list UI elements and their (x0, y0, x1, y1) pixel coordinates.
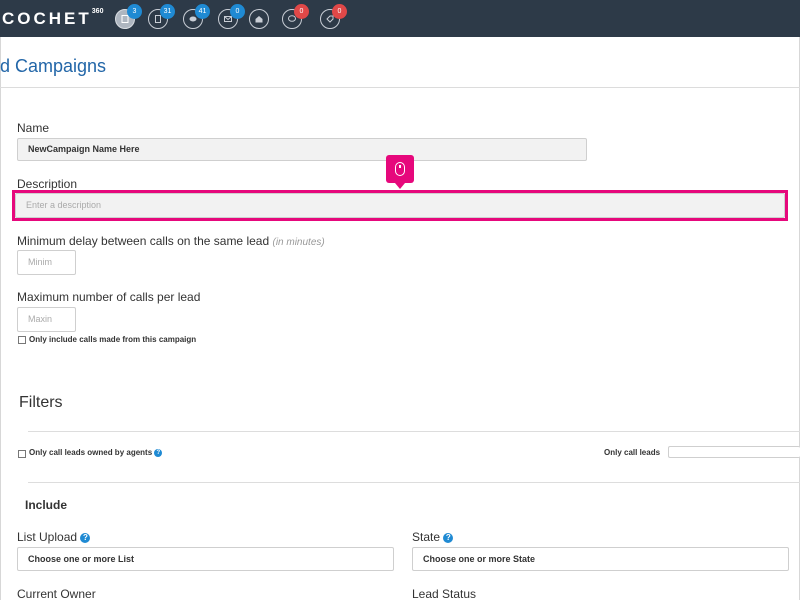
description-highlight (12, 190, 788, 221)
badge-files: 31 (160, 4, 175, 19)
include-divider (28, 482, 800, 483)
list-upload-label: List Upload ? (17, 530, 91, 544)
nav-tags-button[interactable]: 0 (320, 4, 347, 29)
include-title: Include (25, 498, 68, 512)
cursor-marker (386, 155, 414, 189)
max-calls-label: Maximum number of calls per lead (17, 290, 201, 304)
help-icon[interactable]: ? (443, 532, 454, 543)
only-include-label: Only include calls made from this campai… (29, 335, 197, 344)
name-input[interactable]: NewCampaign Name Here (17, 138, 587, 161)
only-call-leads-input[interactable] (668, 446, 800, 458)
list-upload-label-text: List Upload (17, 530, 78, 544)
only-call-leads-label: Only call leads (604, 448, 661, 457)
badge-mail: 0 (230, 4, 245, 19)
mouse-icon (395, 162, 405, 176)
owned-by-agents-label: Only call leads owned by agents ? (29, 448, 163, 457)
min-delay-input[interactable]: Minim (17, 250, 76, 275)
nav-messages-button[interactable]: 0 (282, 4, 309, 29)
nav-inbox-button[interactable] (249, 9, 269, 29)
brand-sup: 360 (91, 8, 104, 16)
title-divider (0, 87, 800, 88)
list-upload-select[interactable]: Choose one or more List (17, 547, 394, 571)
help-icon[interactable]: ? (154, 448, 163, 457)
content-panel (0, 37, 800, 600)
inbox-icon (255, 16, 263, 23)
nav-chat-button[interactable]: 41 (183, 4, 210, 29)
brand-name: COCHET (2, 9, 92, 28)
current-owner-label: Current Owner (17, 587, 96, 600)
owned-by-agents-checkbox[interactable] (18, 450, 26, 458)
name-label: Name (17, 121, 50, 135)
top-navbar: COCHET360 3 31 41 0 0 0 (0, 0, 800, 37)
nav-mail-button[interactable]: 0 (218, 4, 245, 29)
min-delay-hint: (in minutes) (272, 237, 325, 248)
description-label: Description (17, 177, 78, 191)
nav-files-button[interactable]: 31 (148, 4, 175, 29)
min-delay-label-text: Minimum delay between calls on the same … (17, 234, 270, 248)
badge-tags: 0 (332, 4, 347, 19)
help-icon[interactable]: ? (80, 532, 91, 543)
badge-messages: 0 (294, 4, 309, 19)
owned-by-agents-text: Only call leads owned by agents (29, 448, 153, 457)
badge-documents: 3 (127, 4, 142, 19)
state-select[interactable]: Choose one or more State (412, 547, 789, 571)
only-include-checkbox[interactable] (18, 336, 26, 344)
badge-chat: 41 (195, 4, 210, 19)
min-delay-label: Minimum delay between calls on the same … (17, 234, 325, 248)
filters-divider (28, 431, 800, 432)
max-calls-input[interactable]: Maxin (17, 307, 76, 332)
page-title: d Campaigns (0, 56, 107, 76)
brand-logo[interactable]: COCHET360 (2, 8, 104, 29)
filters-title: Filters (19, 394, 63, 411)
lead-status-label: Lead Status (412, 587, 477, 600)
state-label-text: State (412, 530, 441, 544)
state-label: State ? (412, 530, 454, 544)
nav-documents-button[interactable]: 3 (115, 4, 142, 29)
